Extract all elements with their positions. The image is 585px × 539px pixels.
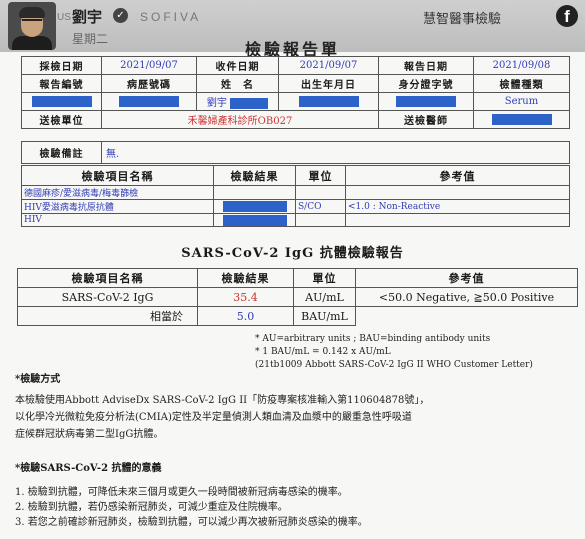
sars-equiv-result: 5.0 (197, 306, 294, 326)
test-unit (295, 185, 346, 200)
note-line: * AU=arbitrary units ; BAU=binding antib… (255, 334, 491, 344)
sars-col-unit: 單位 (293, 268, 356, 288)
list-item: 3. 若您之前確診新冠肺炎，檢驗到抗體，可以減少再次被新冠肺炎感染的機率。 (15, 517, 368, 528)
name-cell: 劉宇 (196, 92, 279, 111)
brand-prefix: US (57, 12, 71, 23)
test-name: HIV愛滋病毒抗原抗體 (21, 199, 214, 214)
sars-col-ref: 參考值 (355, 268, 578, 288)
chart-no-label: 病歷號碼 (101, 74, 197, 93)
report-date-label: 報告日期 (378, 56, 474, 75)
test-ref: <1.0 : Non-Reactive (345, 199, 570, 214)
remark-label: 檢驗備註 (21, 141, 102, 164)
sars-unit: AU/mL (293, 287, 356, 307)
redaction-mask (31, 96, 92, 107)
sars-table: 檢驗項目名稱 檢驗結果 單位 參考值 SARS-CoV-2 IgG 35.4 A… (17, 268, 578, 326)
method-line: 症候群冠狀病毒第二型IgG抗體。 (15, 429, 164, 440)
redaction-mask (298, 96, 359, 107)
specimen-value: Serum (473, 92, 570, 111)
sender-value: 禾馨婦產科診所OB027 (101, 110, 379, 129)
redaction-mask (491, 114, 552, 125)
method-line: 以化學冷光微粒免疫分析法(CMIA)定性及半定量偵測人類血清及血漿中的嚴重急性呼… (15, 412, 412, 423)
clinic-name: 慧智醫事檢驗 (423, 12, 502, 27)
test-col-ref: 參考值 (345, 165, 570, 186)
redaction-mask (230, 98, 269, 109)
empty-cell (356, 307, 578, 326)
id-no-label: 身分證字號 (378, 74, 474, 93)
sars-col-name: 檢驗項目名稱 (17, 268, 198, 288)
meaning-list: 1. 檢驗到抗體，可降低未來三個月或更久一段時間被新冠病毒感染的機率。 2. 檢… (15, 485, 368, 530)
test-col-result: 檢驗結果 (213, 165, 296, 186)
verified-badge-icon: ✓ (113, 8, 128, 23)
sars-result: 35.4 (197, 287, 294, 307)
remark-value: 無. (101, 141, 570, 164)
test-ref (345, 213, 570, 227)
id-no-cell (378, 92, 474, 111)
collect-date-label: 採檢日期 (21, 56, 102, 75)
test-result (213, 213, 296, 227)
table-row: SARS-CoV-2 IgG 35.4 AU/mL <50.0 Negative… (17, 287, 578, 307)
remark-table: 檢驗備註 無. (21, 141, 570, 164)
chart-no-cell (101, 92, 197, 111)
report-photo: US 劉宇 ✓ SOFIVA 星期二 慧智醫事檢驗 f 檢驗報告單 採檢日期 2… (0, 0, 585, 539)
doctor-cell (473, 110, 570, 129)
method-title: *檢驗方式 (15, 374, 61, 385)
name-label: 姓 名 (196, 74, 279, 93)
test-unit: S/CO (295, 199, 346, 214)
list-item: 1. 檢驗到抗體，可降低未來三個月或更久一段時間被新冠病毒感染的機率。 (15, 487, 348, 498)
table-row: 相當於 5.0 BAU/mL (17, 306, 578, 326)
test-name: 德國麻疹/愛滋病毒/梅毒篩檢 (21, 185, 214, 200)
test-result (213, 199, 296, 214)
report-no-cell (21, 92, 102, 111)
receive-date-value: 2021/09/07 (278, 56, 379, 75)
redaction-mask (222, 214, 287, 226)
specimen-label: 檢體種類 (473, 74, 570, 93)
sars-equiv-label: 相當於 (17, 306, 198, 326)
table-row: HIV愛滋病毒抗原抗體 S/CO <1.0 : Non-Reactive (21, 199, 570, 214)
sars-title: SARS-CoV-2 IgG 抗體檢驗報告 (181, 246, 404, 261)
test-col-name: 檢驗項目名稱 (21, 165, 214, 186)
sars-ref: <50.0 Negative, ≧50.0 Positive (355, 287, 578, 307)
sars-notes: * AU=arbitrary units ; BAU=binding antib… (255, 333, 533, 372)
birth-label: 出生年月日 (278, 74, 379, 93)
doctor-label: 送檢醫師 (378, 110, 474, 129)
test-result (213, 185, 296, 200)
redaction-mask (222, 201, 287, 212)
list-item: 2. 檢驗到抗體，若仍感染新冠肺炎，可減少重症及住院機率。 (15, 502, 288, 513)
sars-equiv-unit: BAU/mL (293, 306, 356, 326)
note-line: (21tb1009 Abbott SARS-CoV-2 IgG II WHO C… (255, 360, 533, 370)
sender-label: 送檢單位 (21, 110, 102, 129)
test-ref (345, 185, 570, 200)
redaction-mask (396, 96, 456, 107)
receive-date-label: 收件日期 (196, 56, 279, 75)
test-unit (295, 213, 346, 227)
name-value: 劉宇 (206, 98, 227, 109)
meaning-title: *檢驗SARS-CoV-2 抗體的意義 (15, 463, 162, 474)
test-col-unit: 單位 (295, 165, 346, 186)
method-text: 本檢驗使用Abbott AdviseDx SARS-CoV-2 IgG II「防… (15, 392, 429, 443)
birth-cell (278, 92, 379, 111)
test-name: HIV (21, 213, 214, 227)
brand-logo: SOFIVA (140, 10, 202, 24)
table-row: 德國麻疹/愛滋病毒/梅毒篩檢 (21, 185, 570, 200)
note-line: * 1 BAU/mL = 0.142 x AU/mL (255, 347, 391, 357)
sars-test-name: SARS-CoV-2 IgG (17, 287, 198, 307)
facebook-icon[interactable]: f (556, 5, 578, 27)
report-no-label: 報告編號 (21, 74, 102, 93)
avatar-hair (19, 7, 45, 18)
redaction-mask (119, 96, 179, 107)
sars-col-result: 檢驗結果 (197, 268, 294, 288)
collect-date-value: 2021/09/07 (101, 56, 197, 75)
table-row: HIV (21, 213, 570, 227)
avatar-glasses (22, 19, 42, 24)
test-table: 檢驗項目名稱 檢驗結果 單位 參考值 德國麻疹/愛滋病毒/梅毒篩檢 HIV愛滋病… (21, 165, 570, 227)
report-date-value: 2021/09/08 (473, 56, 570, 75)
user-name[interactable]: 劉宇 (72, 6, 102, 27)
method-line: 本檢驗使用Abbott AdviseDx SARS-CoV-2 IgG II「防… (15, 395, 430, 406)
patient-info-table: 採檢日期 2021/09/07 收件日期 2021/09/07 報告日期 202… (21, 56, 570, 129)
